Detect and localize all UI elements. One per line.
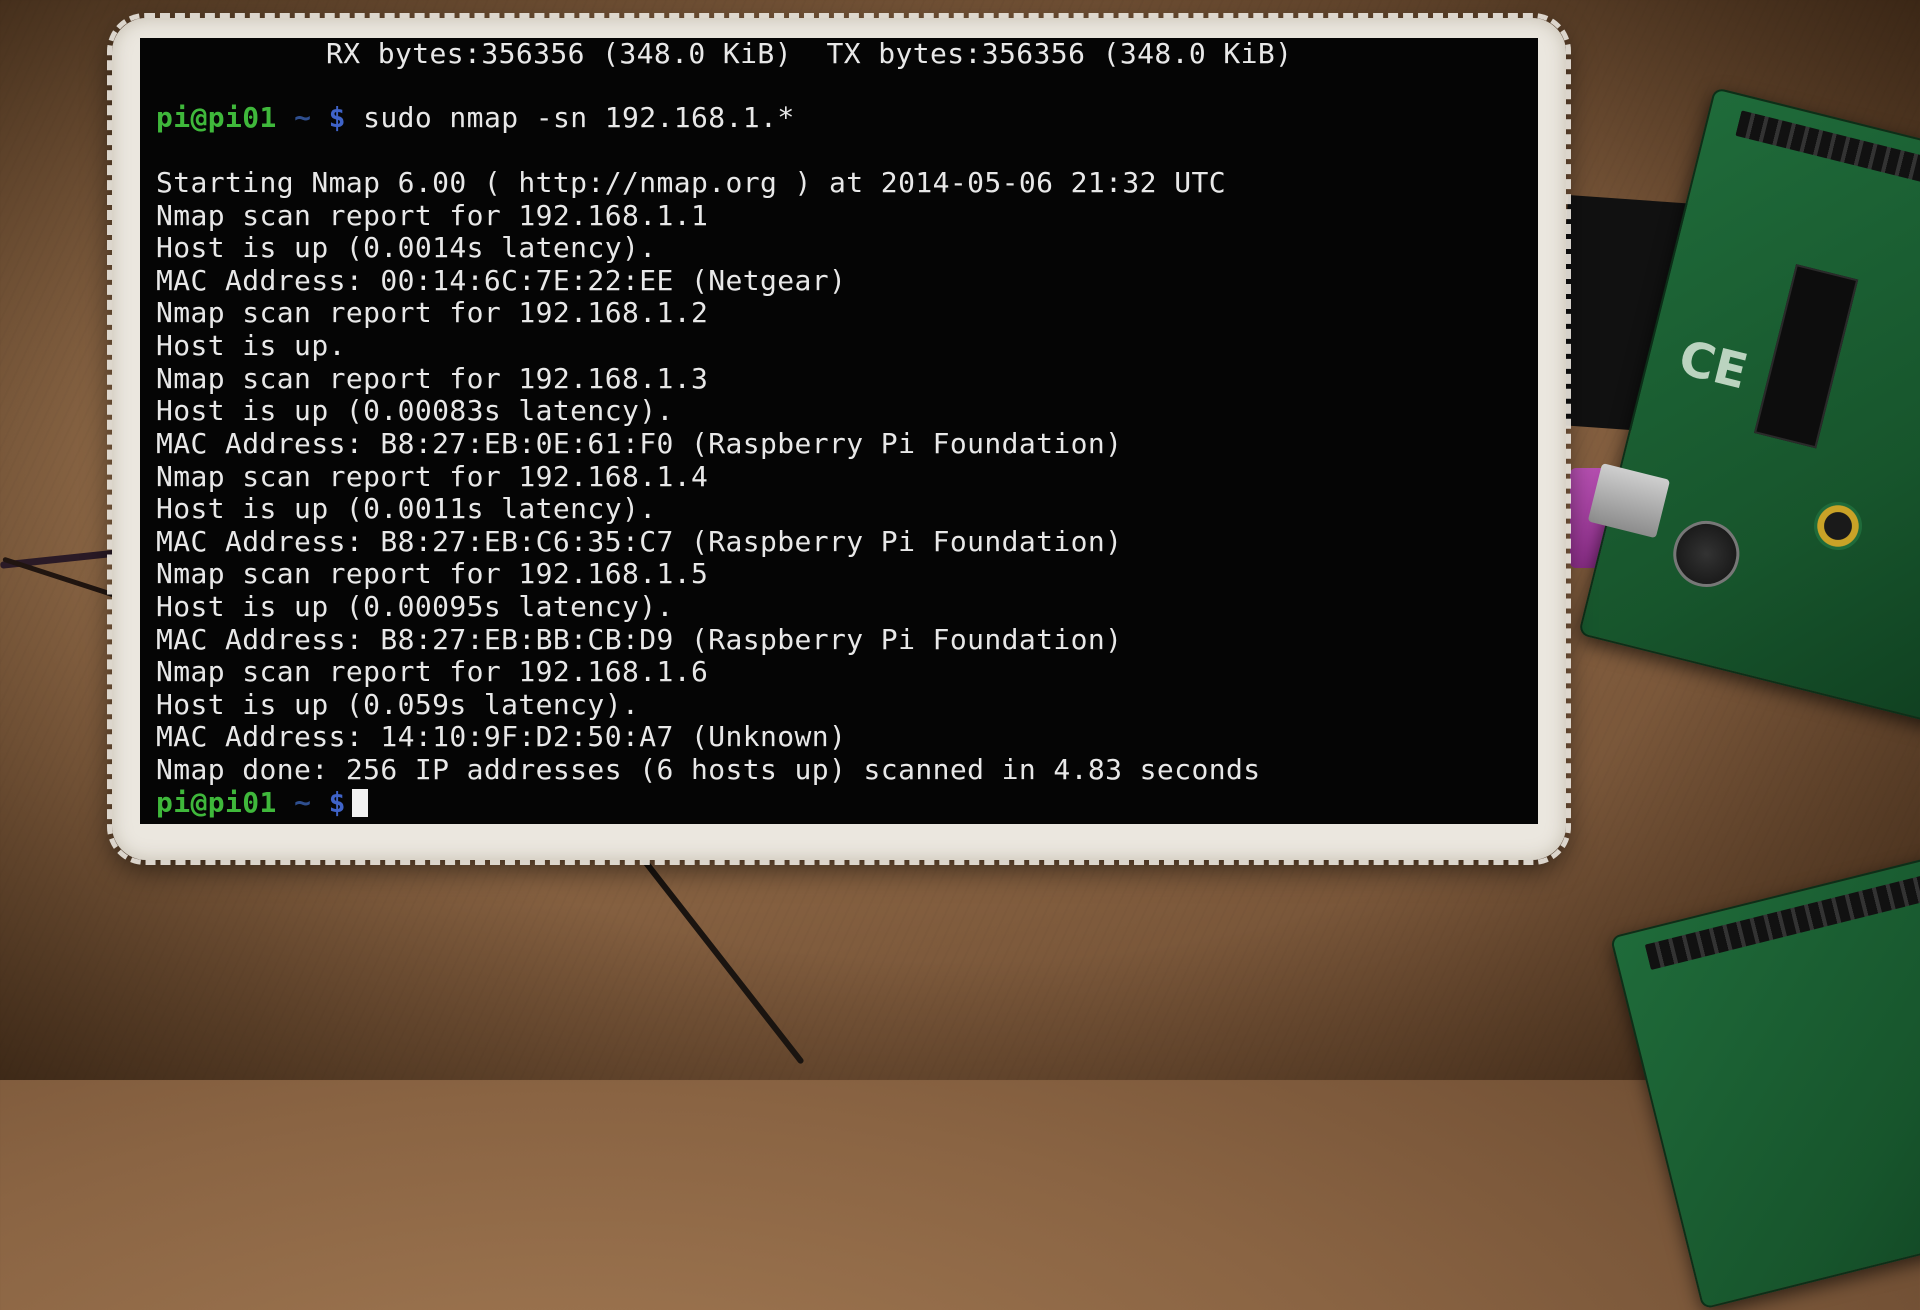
- output-line: Nmap scan report for 192.168.1.4: [156, 460, 709, 493]
- output-line: Nmap scan report for 192.168.1.3: [156, 362, 709, 395]
- output-line: Nmap scan report for 192.168.1.2: [156, 296, 709, 329]
- prompt-dollar: $: [328, 101, 346, 134]
- prompt-tilde: ~: [294, 786, 312, 819]
- mounting-hole: [1808, 496, 1868, 556]
- prompt-user-host: pi@pi01: [156, 101, 277, 134]
- active-prompt-line[interactable]: pi@pi01 ~ $: [156, 787, 368, 819]
- output-line: Host is up (0.0014s latency).: [156, 231, 657, 264]
- output-line: Host is up (0.00095s latency).: [156, 590, 674, 623]
- output-line: MAC Address: B8:27:EB:BB:CB:D9 (Raspberr…: [156, 623, 1123, 656]
- output-line: Host is up (0.00083s latency).: [156, 394, 674, 427]
- prompt-tilde: ~: [294, 101, 312, 134]
- connector-chip: [1754, 264, 1859, 449]
- output-line: Host is up.: [156, 329, 346, 362]
- ce-mark: CE: [1673, 329, 1754, 401]
- interface-stats-line: RX bytes:356356 (348.0 KiB) TX bytes:356…: [326, 38, 1293, 70]
- prompt-user-host: pi@pi01: [156, 786, 277, 819]
- output-line: MAC Address: B8:27:EB:C6:35:C7 (Raspberr…: [156, 525, 1123, 558]
- capacitor: [1666, 513, 1747, 594]
- output-line: MAC Address: 00:14:6C:7E:22:EE (Netgear): [156, 264, 847, 297]
- output-line: MAC Address: B8:27:EB:0E:61:F0 (Raspberr…: [156, 427, 1123, 460]
- output-line: Nmap scan report for 192.168.1.1: [156, 199, 709, 232]
- output-line: Nmap scan report for 192.168.1.6: [156, 655, 709, 688]
- command-line: pi@pi01 ~ $ sudo nmap -sn 192.168.1.*: [156, 102, 795, 134]
- terminal-window[interactable]: RX bytes:356356 (348.0 KiB) TX bytes:356…: [140, 38, 1538, 824]
- output-line: MAC Address: 14:10:9F:D2:50:A7 (Unknown): [156, 720, 847, 753]
- output-line: Nmap scan report for 192.168.1.5: [156, 557, 709, 590]
- command-text: sudo nmap -sn 192.168.1.*: [363, 101, 795, 134]
- output-line: Host is up (0.059s latency).: [156, 688, 640, 721]
- output-line: Host is up (0.0011s latency).: [156, 492, 657, 525]
- output-line: Starting Nmap 6.00 ( http://nmap.org ) a…: [156, 166, 1226, 199]
- prompt-dollar: $: [328, 786, 346, 819]
- output-line: Nmap done: 256 IP addresses (6 hosts up)…: [156, 753, 1261, 786]
- text-cursor[interactable]: [351, 789, 368, 817]
